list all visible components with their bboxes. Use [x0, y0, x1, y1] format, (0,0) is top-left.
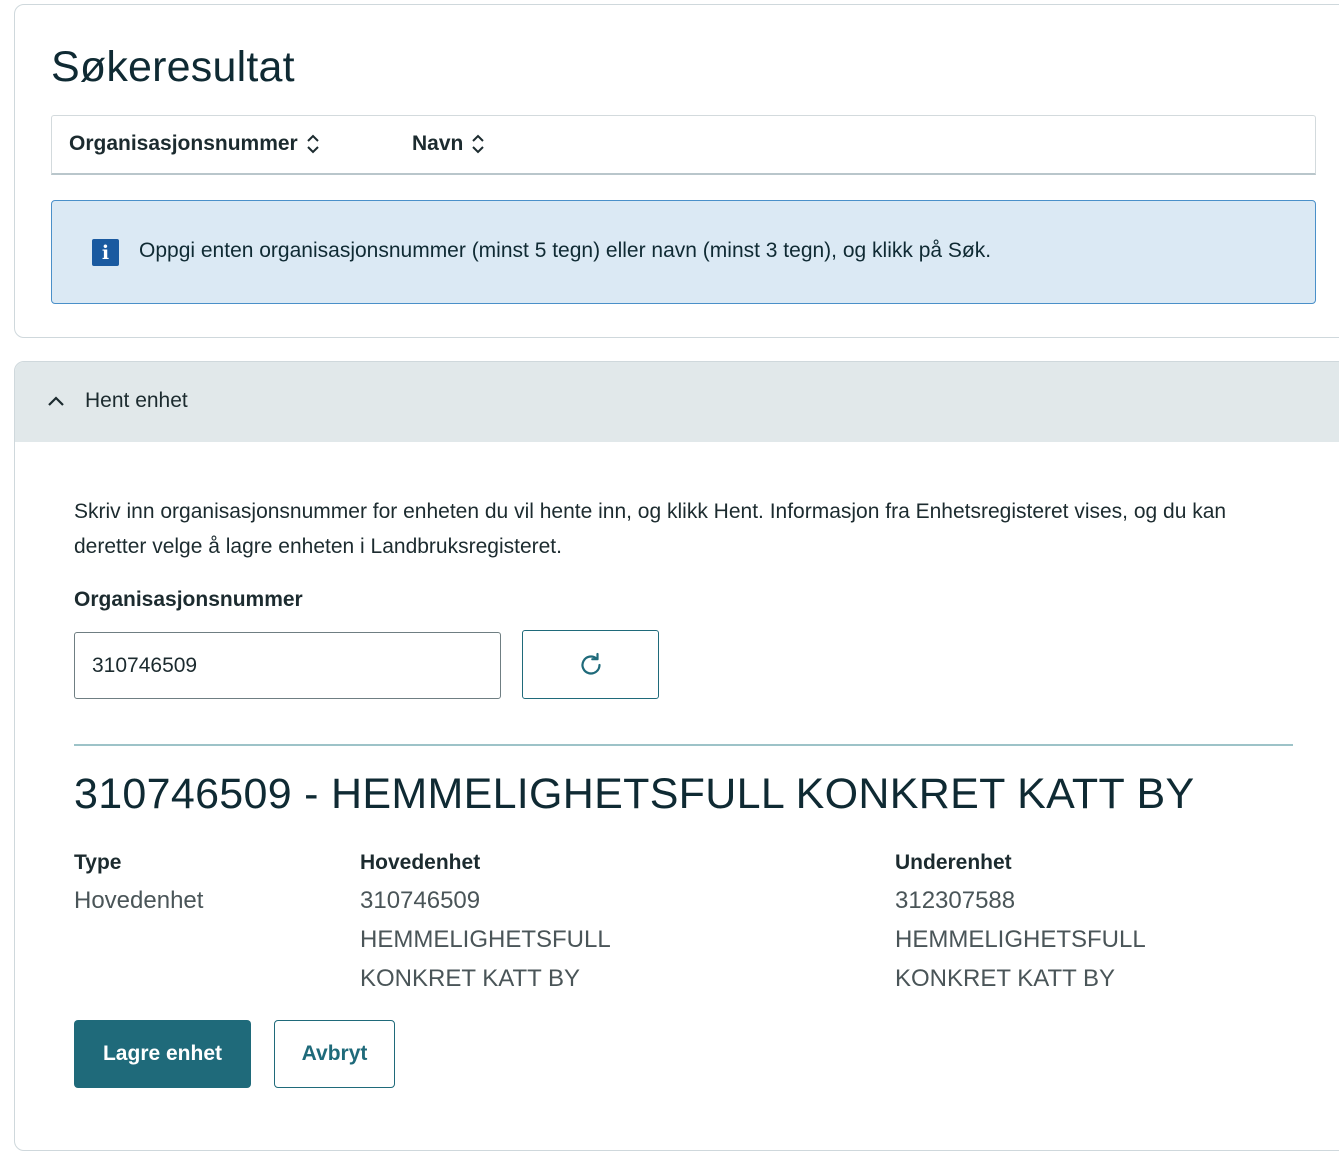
description-text: Skriv inn organisasjonsnummer for enhete… — [74, 500, 1227, 558]
column-header-label: Organisasjonsnummer — [69, 132, 298, 155]
fetch-entity-card: Hent enhet Skriv inn organisasjonsnummer… — [14, 361, 1339, 1151]
value-line: HEMMELIGHETSFULL — [360, 926, 611, 953]
value-line: KONKRET KATT BY — [895, 965, 1116, 992]
info-icon: i — [92, 239, 119, 266]
underenhet-label: Underenhet — [895, 851, 1012, 874]
accordion-header-hent-enhet[interactable]: Hent enhet — [15, 362, 1339, 442]
sort-icon — [307, 134, 319, 154]
org-number-input[interactable] — [74, 632, 501, 699]
cancel-button[interactable]: Avbryt — [274, 1020, 395, 1088]
sort-icon — [472, 134, 485, 154]
type-column: Type Hovedenhet — [74, 850, 324, 920]
value-line: Hovedenhet — [74, 887, 204, 914]
underenhet-column: Underenhet 312307588 HEMMELIGHETSFULL KO… — [895, 850, 1195, 998]
type-label: Type — [74, 851, 122, 874]
column-header-label: Navn — [412, 132, 464, 155]
org-number-label: Organisasjonsnummer — [74, 588, 303, 611]
value-line: 312307588 — [895, 887, 1016, 914]
info-alert: i Oppgi enten organisasjonsnummer (minst… — [51, 200, 1316, 304]
value-line: 310746509 — [360, 887, 481, 914]
divider — [74, 744, 1293, 746]
value-line: KONKRET KATT BY — [360, 965, 581, 992]
refresh-icon — [580, 652, 601, 675]
search-results-card: Søkeresultat Organisasjonsnummer Navn i … — [14, 4, 1339, 338]
hovedenhet-label: Hovedenhet — [360, 851, 481, 874]
chevron-up-icon — [48, 396, 64, 406]
info-text: Oppgi enten organisasjonsnummer (minst 5… — [139, 239, 992, 262]
save-entity-button[interactable]: Lagre enhet — [74, 1020, 251, 1088]
column-header-organisasjonsnummer[interactable]: Organisasjonsnummer — [69, 132, 320, 156]
underenhet-value: 312307588 HEMMELIGHETSFULL KONKRET KATT … — [895, 881, 1195, 998]
column-header-navn[interactable]: Navn — [412, 132, 485, 156]
accordion-title: Hent enhet — [85, 389, 188, 412]
hovedenhet-column: Hovedenhet 310746509 HEMMELIGHETSFULL KO… — [360, 850, 660, 998]
type-value: Hovedenhet — [74, 881, 324, 920]
value-line: HEMMELIGHETSFULL — [895, 926, 1146, 953]
fetch-button[interactable] — [522, 630, 659, 699]
page-title: Søkeresultat — [51, 43, 295, 91]
entity-title: 310746509 - HEMMELIGHETSFULL KONKRET KAT… — [74, 770, 1195, 818]
results-table-header: Organisasjonsnummer Navn — [51, 115, 1316, 175]
hovedenhet-value: 310746509 HEMMELIGHETSFULL KONKRET KATT … — [360, 881, 660, 998]
